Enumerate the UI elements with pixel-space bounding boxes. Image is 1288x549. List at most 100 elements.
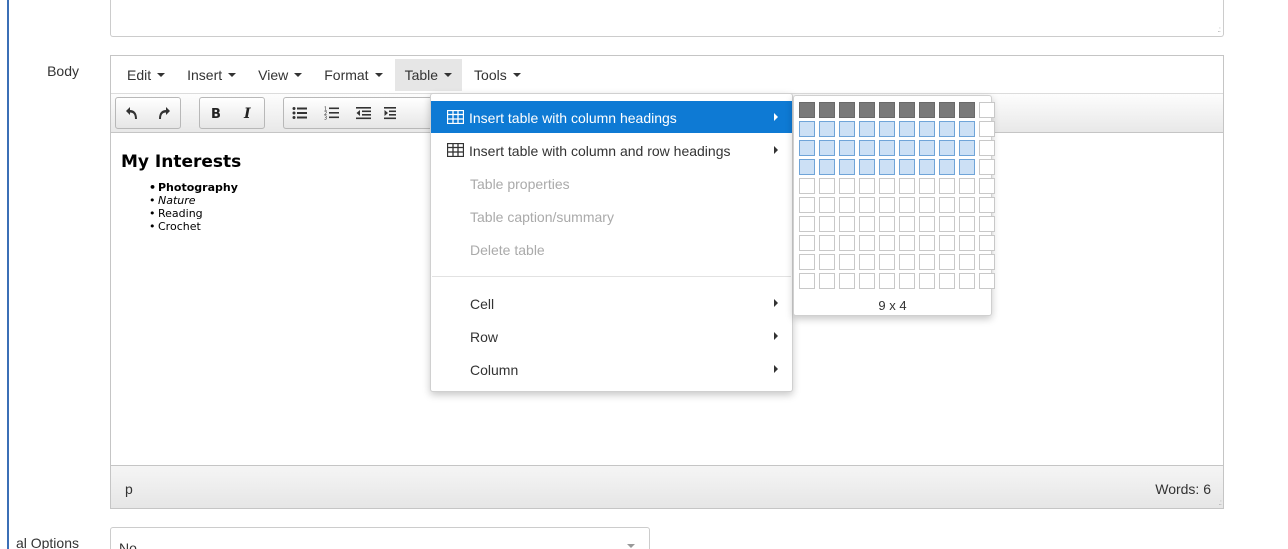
grid-cell[interactable] <box>819 273 835 289</box>
menu-format[interactable]: Format <box>314 59 392 91</box>
grid-cell[interactable] <box>899 159 915 175</box>
menu-tools[interactable]: Tools <box>464 59 531 91</box>
indent-button[interactable] <box>380 98 400 128</box>
grid-cell[interactable] <box>859 273 875 289</box>
grid-cell[interactable] <box>899 216 915 232</box>
grid-cell[interactable] <box>799 159 815 175</box>
grid-cell[interactable] <box>919 254 935 270</box>
options-select[interactable]: No <box>110 527 650 549</box>
numbered-list-button[interactable]: 123 <box>316 98 348 128</box>
redo-button[interactable] <box>148 98 180 128</box>
menu-item-row[interactable]: Row <box>431 320 792 352</box>
grid-cell[interactable] <box>879 121 895 137</box>
grid-cell[interactable] <box>799 102 815 118</box>
grid-cell[interactable] <box>979 216 995 232</box>
grid-cell[interactable] <box>979 121 995 137</box>
grid-cell[interactable] <box>959 273 975 289</box>
grid-cell[interactable] <box>959 121 975 137</box>
element-path[interactable]: p <box>125 481 133 497</box>
grid-cell[interactable] <box>979 102 995 118</box>
grid-cell[interactable] <box>939 140 955 156</box>
grid-cell[interactable] <box>859 197 875 213</box>
grid-cell[interactable] <box>939 235 955 251</box>
grid-cell[interactable] <box>919 197 935 213</box>
outdent-button[interactable] <box>348 98 380 128</box>
grid-cell[interactable] <box>899 178 915 194</box>
grid-cell[interactable] <box>979 178 995 194</box>
bullet-list-button[interactable] <box>284 98 316 128</box>
grid-cell[interactable] <box>859 140 875 156</box>
grid-cell[interactable] <box>919 159 935 175</box>
grid-cell[interactable] <box>839 178 855 194</box>
menu-table[interactable]: Table <box>394 58 463 91</box>
grid-cell[interactable] <box>859 235 875 251</box>
grid-cell[interactable] <box>859 159 875 175</box>
grid-cell[interactable] <box>879 102 895 118</box>
grid-cell[interactable] <box>879 216 895 232</box>
grid-cell[interactable] <box>939 102 955 118</box>
grid-cell[interactable] <box>819 197 835 213</box>
grid-cell[interactable] <box>939 254 955 270</box>
grid-cell[interactable] <box>839 216 855 232</box>
grid-cell[interactable] <box>859 121 875 137</box>
grid-cell[interactable] <box>799 121 815 137</box>
grid-cell[interactable] <box>819 121 835 137</box>
grid-cell[interactable] <box>919 178 935 194</box>
grid-cell[interactable] <box>819 178 835 194</box>
grid-cell[interactable] <box>959 178 975 194</box>
grid-cell[interactable] <box>879 159 895 175</box>
grid-cell[interactable] <box>839 197 855 213</box>
grid-cell[interactable] <box>879 178 895 194</box>
grid-cell[interactable] <box>859 102 875 118</box>
undo-button[interactable] <box>116 98 148 128</box>
grid-cell[interactable] <box>919 102 935 118</box>
menu-insert[interactable]: Insert <box>177 59 246 91</box>
grid-cell[interactable] <box>799 254 815 270</box>
grid-cell[interactable] <box>919 235 935 251</box>
grid-cell[interactable] <box>979 159 995 175</box>
grid-cell[interactable] <box>819 254 835 270</box>
grid-cell[interactable] <box>839 121 855 137</box>
grid-cell[interactable] <box>919 216 935 232</box>
grid-cell[interactable] <box>839 159 855 175</box>
grid-cell[interactable] <box>979 140 995 156</box>
menu-view[interactable]: View <box>248 59 312 91</box>
grid-cell[interactable] <box>879 254 895 270</box>
resize-grip-icon[interactable]: .: <box>1218 25 1222 34</box>
grid-cell[interactable] <box>959 159 975 175</box>
grid-cell[interactable] <box>899 102 915 118</box>
grid-cell[interactable] <box>979 197 995 213</box>
grid-cell[interactable] <box>939 197 955 213</box>
grid-cell[interactable] <box>799 197 815 213</box>
grid-cell[interactable] <box>839 140 855 156</box>
grid-cell[interactable] <box>979 273 995 289</box>
grid-cell[interactable] <box>899 197 915 213</box>
grid-cell[interactable] <box>919 273 935 289</box>
grid-cell[interactable] <box>799 235 815 251</box>
grid-cell[interactable] <box>919 140 935 156</box>
grid-cell[interactable] <box>979 254 995 270</box>
resize-grip-icon[interactable]: .: <box>1219 498 1223 507</box>
grid-cell[interactable] <box>859 178 875 194</box>
grid-cell[interactable] <box>859 216 875 232</box>
grid-cell[interactable] <box>899 140 915 156</box>
grid-cell[interactable] <box>919 121 935 137</box>
menu-item-cell[interactable]: Cell <box>431 287 792 319</box>
grid-cell[interactable] <box>819 216 835 232</box>
grid-cell[interactable] <box>799 178 815 194</box>
grid-cell[interactable] <box>939 178 955 194</box>
grid-cell[interactable] <box>959 254 975 270</box>
grid-cell[interactable] <box>939 159 955 175</box>
bold-button[interactable]: B <box>200 98 232 128</box>
grid-cell[interactable] <box>799 273 815 289</box>
grid-cell[interactable] <box>899 235 915 251</box>
menu-item-insert-table-column-row-headings[interactable]: Insert table with column and row heading… <box>431 134 792 166</box>
grid-cell[interactable] <box>959 216 975 232</box>
grid-cell[interactable] <box>959 102 975 118</box>
grid-cell[interactable] <box>879 273 895 289</box>
grid-cell[interactable] <box>959 197 975 213</box>
grid-cell[interactable] <box>899 254 915 270</box>
grid-cell[interactable] <box>959 140 975 156</box>
grid-cell[interactable] <box>819 140 835 156</box>
grid-cell[interactable] <box>819 102 835 118</box>
